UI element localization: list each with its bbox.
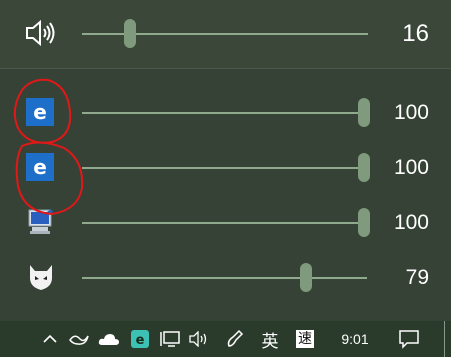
ime-mode-indicator[interactable]: 英	[256, 321, 284, 357]
app-volume-value: 100	[393, 156, 429, 179]
app-volume-track[interactable]	[82, 222, 364, 224]
app-volume-list: e 100 e 100 100 79	[0, 69, 451, 321]
bird-icon[interactable]	[66, 321, 92, 357]
show-desktop-divider[interactable]	[442, 321, 446, 357]
app-row-edge-1: e 100	[0, 85, 451, 139]
app-row-edge-2: e 100	[0, 140, 451, 194]
pen-icon[interactable]	[222, 321, 248, 357]
master-volume-panel: 16	[0, 0, 451, 69]
edge-icon[interactable]: e	[26, 153, 54, 181]
svg-text:e: e	[33, 100, 47, 124]
master-volume-thumb[interactable]	[124, 19, 136, 48]
app-volume-track[interactable]	[82, 277, 367, 279]
master-volume-value: 16	[402, 20, 429, 47]
ime-toolbar-icon[interactable]: 速	[292, 321, 318, 357]
app-volume-value: 79	[405, 266, 429, 289]
edge-tray-icon[interactable]: e	[128, 321, 152, 357]
app-volume-value: 100	[393, 211, 429, 234]
app-volume-track[interactable]	[82, 167, 364, 169]
app-volume-value: 100	[393, 101, 429, 124]
onedrive-icon[interactable]	[96, 321, 122, 357]
system-sounds-icon[interactable]	[26, 207, 56, 237]
app-row-foobar: 79	[0, 250, 451, 304]
volume-tray-icon[interactable]	[186, 321, 212, 357]
chevron-up-icon[interactable]	[40, 321, 60, 357]
ime-toolbar-label: 速	[296, 330, 314, 348]
app-volume-thumb[interactable]	[300, 263, 312, 292]
svg-text:e: e	[136, 333, 145, 348]
action-center-icon[interactable]	[392, 321, 426, 357]
edge-icon[interactable]: e	[26, 98, 54, 126]
network-icon[interactable]	[157, 321, 183, 357]
svg-text:e: e	[33, 155, 47, 179]
speaker-icon[interactable]	[24, 18, 60, 48]
clock[interactable]: 9:01	[334, 321, 376, 357]
app-row-system-sounds: 100	[0, 195, 451, 249]
app-volume-track[interactable]	[82, 112, 364, 114]
foobar-icon[interactable]	[26, 262, 56, 292]
taskbar: e 英 速 9:01	[0, 321, 451, 357]
